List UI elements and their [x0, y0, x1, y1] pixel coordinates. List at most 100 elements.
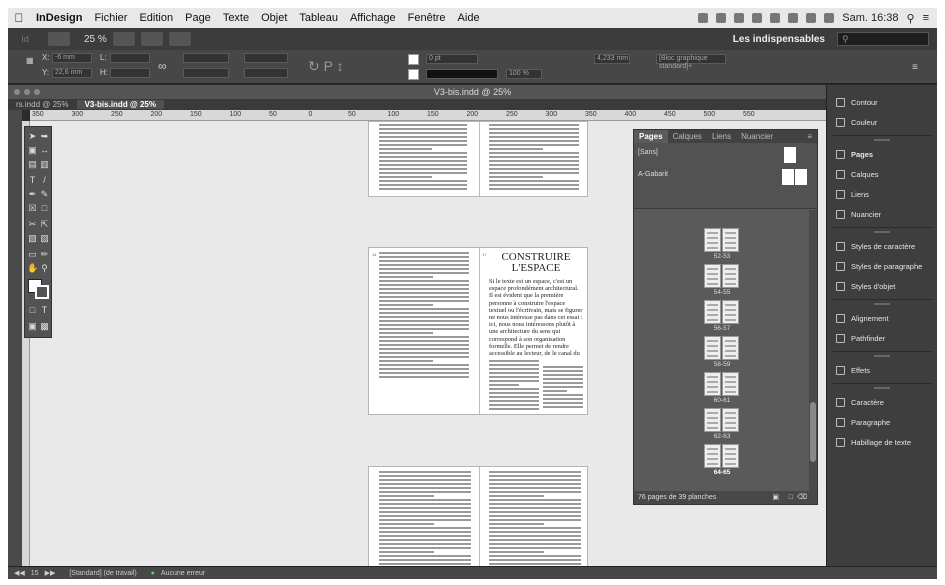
- dock-item[interactable]: Couleur: [827, 113, 937, 131]
- tab-pages[interactable]: Pages: [634, 130, 668, 143]
- spread-label[interactable]: 62-63: [704, 433, 740, 440]
- menu-aide[interactable]: Aide: [452, 12, 486, 24]
- gap-tool-icon[interactable]: ↔: [39, 145, 50, 156]
- y-field[interactable]: 22,6 mm: [52, 68, 92, 78]
- normal-mode-icon[interactable]: ▣: [27, 321, 38, 332]
- scissors-tool-icon[interactable]: ✂: [27, 219, 38, 230]
- preflight-status[interactable]: Aucune erreur: [161, 570, 205, 577]
- dock-item[interactable]: Styles de paragraphe: [827, 257, 937, 275]
- page-thumbnail[interactable]: [704, 444, 721, 468]
- spread-middle[interactable]: 14 17 CONSTRUIRE L'ESPACE Si le texte es…: [368, 247, 588, 415]
- reference-point-icon[interactable]: ▦: [26, 56, 34, 65]
- fill-stroke-swatches[interactable]: [28, 279, 50, 299]
- menu-tableau[interactable]: Tableau: [293, 12, 344, 24]
- text-frame[interactable]: [489, 360, 539, 412]
- spread-bottom[interactable]: [368, 466, 588, 566]
- dock-item[interactable]: Alignement: [827, 309, 937, 327]
- scale-x-field[interactable]: [183, 53, 229, 63]
- page-thumbnail[interactable]: [704, 300, 721, 324]
- first-page-icon[interactable]: ◀◀: [14, 569, 25, 577]
- page-thumbnail[interactable]: [722, 444, 739, 468]
- preflight-profile[interactable]: [Standard] (de travail): [69, 570, 136, 577]
- wifi-icon[interactable]: [788, 13, 799, 23]
- zoom-level[interactable]: 25 %: [84, 34, 107, 45]
- dock-item[interactable]: Habillage de texte: [827, 433, 937, 451]
- object-style-field[interactable]: [Bloc graphique standard]+: [656, 54, 726, 70]
- page-field[interactable]: 15: [31, 570, 39, 577]
- dimension-field[interactable]: 4,233 mm: [594, 54, 630, 64]
- spread-label[interactable]: 64-65: [704, 469, 740, 476]
- page-thumbnail[interactable]: [704, 408, 721, 432]
- text-frame[interactable]: [379, 124, 467, 192]
- spread-thumbnail[interactable]: [704, 300, 740, 324]
- tab-calques[interactable]: Calques: [668, 132, 707, 141]
- spread-thumbnail[interactable]: [704, 228, 740, 252]
- workspace-switcher[interactable]: Les indispensables: [733, 34, 825, 45]
- dock-item[interactable]: Pathfinder: [827, 329, 937, 347]
- tab-document-1[interactable]: rs.indd @ 25%: [8, 100, 77, 109]
- scroll-thumb[interactable]: [810, 402, 816, 462]
- stroke-swatch[interactable]: [408, 69, 419, 80]
- spread-label[interactable]: 52-53: [704, 253, 740, 260]
- page-thumbnails[interactable]: 52-53 54-55 56-57 58-59 60-61 62-63 64-65: [634, 210, 809, 492]
- spread-thumbnail[interactable]: [704, 372, 740, 396]
- formatting-container-icon[interactable]: □: [27, 305, 38, 316]
- x-field[interactable]: -6 mm: [52, 53, 92, 63]
- height-field[interactable]: [110, 68, 150, 78]
- dock-item[interactable]: Nuancier: [827, 205, 937, 223]
- page-tool-icon[interactable]: ▣: [27, 145, 38, 156]
- next-page-icon[interactable]: ▶▶: [45, 569, 56, 577]
- menu-objet[interactable]: Objet: [255, 12, 293, 24]
- dock-grip[interactable]: [874, 387, 890, 389]
- bridge-button[interactable]: [48, 32, 70, 46]
- constrain-proportions-icon[interactable]: ∞: [158, 59, 167, 73]
- trash-icon[interactable]: ⌫: [797, 491, 807, 504]
- master-a-thumb-right[interactable]: [795, 169, 807, 185]
- fill-swatch[interactable]: [408, 54, 419, 65]
- pen-tool-icon[interactable]: ✒: [27, 189, 38, 200]
- zoom-tool-icon[interactable]: ⚲: [39, 263, 50, 274]
- panel-menu-icon[interactable]: ≡: [912, 62, 918, 73]
- tray-icon[interactable]: [698, 13, 709, 23]
- stroke-weight-field[interactable]: 0 pt: [426, 54, 478, 64]
- dock-item[interactable]: Pages: [827, 145, 937, 163]
- preview-mode-icon[interactable]: ▩: [39, 321, 50, 332]
- page-thumbnail[interactable]: [722, 372, 739, 396]
- page-thumbnail[interactable]: [704, 372, 721, 396]
- page-thumbnail[interactable]: [704, 336, 721, 360]
- menu-affichage[interactable]: Affichage: [344, 12, 402, 24]
- direct-selection-tool-icon[interactable]: ➥: [39, 131, 50, 142]
- spread-thumbnail[interactable]: [704, 444, 740, 468]
- master-a-thumb-left[interactable]: [782, 169, 794, 185]
- bluetooth-icon[interactable]: [770, 13, 781, 23]
- spread-label[interactable]: 54-55: [704, 289, 740, 296]
- master-none[interactable]: [Sans]: [638, 149, 658, 156]
- spread-thumbnail[interactable]: [704, 408, 740, 432]
- menu-list-icon[interactable]: ≡: [923, 12, 929, 24]
- spread-thumbnail[interactable]: [704, 264, 740, 288]
- gradient-tool-icon[interactable]: ▧: [27, 233, 38, 244]
- menu-fichier[interactable]: Fichier: [88, 12, 133, 24]
- spread-top[interactable]: [368, 121, 588, 197]
- dock-item[interactable]: Calques: [827, 165, 937, 183]
- type-tool-icon[interactable]: T: [27, 175, 38, 186]
- text-frame[interactable]: [379, 252, 469, 380]
- page-thumbnail[interactable]: [722, 336, 739, 360]
- screen-mode-button[interactable]: [140, 32, 163, 46]
- page-thumbnail[interactable]: [722, 300, 739, 324]
- transform-icons[interactable]: ↻ P ↕: [308, 58, 344, 75]
- dock-item[interactable]: Styles de caractère: [827, 237, 937, 255]
- dock-grip[interactable]: [874, 231, 890, 233]
- dropbox-icon[interactable]: [734, 13, 745, 23]
- rectangle-frame-tool-icon[interactable]: ☒: [27, 203, 38, 214]
- spotlight-icon[interactable]: ⚲: [907, 12, 915, 25]
- eyedropper-tool-icon[interactable]: ✏: [39, 249, 50, 260]
- content-placer-icon[interactable]: ▥: [39, 159, 50, 170]
- menu-fenetre[interactable]: Fenêtre: [402, 12, 452, 24]
- text-frame[interactable]: [489, 124, 579, 192]
- shear-field[interactable]: [244, 68, 288, 78]
- dock-item[interactable]: Styles d'objet: [827, 277, 937, 295]
- line-tool-icon[interactable]: /: [39, 175, 50, 186]
- text-frame[interactable]: [489, 471, 581, 566]
- hand-tool-icon[interactable]: ✋: [27, 263, 38, 274]
